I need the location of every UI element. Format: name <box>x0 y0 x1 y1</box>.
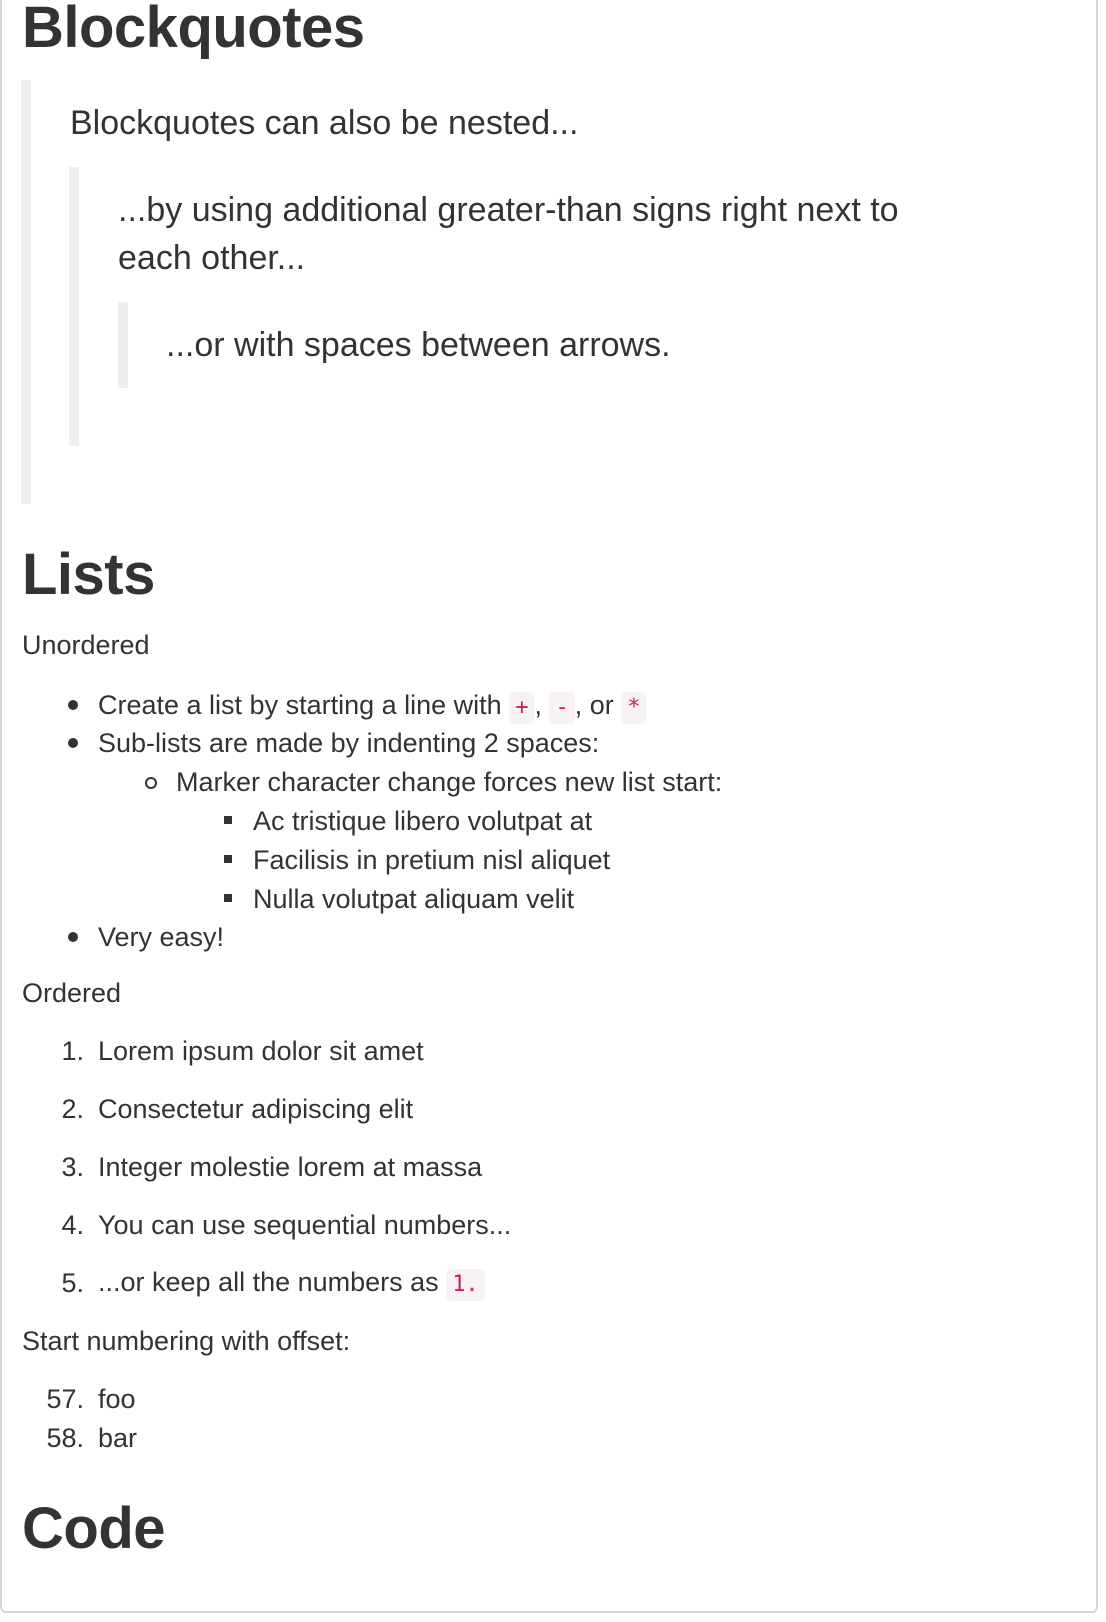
bullet-disc <box>68 932 78 942</box>
heading-lists: Lists <box>22 542 155 607</box>
list-item: Integer molestie lorem at massa <box>98 1152 483 1182</box>
inline-code-one: 1. <box>446 1269 485 1301</box>
list-item-text: ...or keep all the numbers as <box>98 1267 447 1297</box>
offset-label: Start numbering with offset: <box>22 1326 351 1356</box>
list-item-separator: , <box>534 690 550 720</box>
list-number: 57. <box>46 1384 84 1414</box>
heading-code: Code <box>22 1496 166 1561</box>
blockquote-level1-text: Blockquotes can also be nested... <box>70 104 579 142</box>
bullet-square <box>224 855 232 863</box>
bullet-disc <box>68 700 78 710</box>
list-item-sub: Marker character change forces new list … <box>176 767 723 797</box>
list-number: 4. <box>61 1210 84 1240</box>
list-item: Create a list by starting a line with +,… <box>98 688 647 724</box>
inline-code-asterisk: * <box>621 692 647 724</box>
list-item: ...or keep all the numbers as 1. <box>98 1264 485 1301</box>
bullet-circle <box>145 777 157 789</box>
blockquote-bar-level3 <box>118 302 128 388</box>
blockquote-bar-level2 <box>69 167 79 446</box>
list-item-subsub: Ac tristique libero volutpat at <box>253 806 593 836</box>
list-number: 3. <box>61 1152 84 1182</box>
list-number: 5. <box>61 1268 84 1298</box>
heading-blockquotes: Blockquotes <box>22 0 365 60</box>
list-item: You can use sequential numbers... <box>98 1210 512 1240</box>
list-number: 2. <box>61 1094 84 1124</box>
bullet-square <box>224 816 232 824</box>
list-number: 1. <box>61 1036 84 1066</box>
bullet-square <box>224 894 232 902</box>
blockquote-level2-text-line2: each other... <box>118 239 306 277</box>
inline-code-minus: - <box>549 692 575 724</box>
list-item-subsub: Nulla volutpat aliquam velit <box>253 884 575 914</box>
unordered-label: Unordered <box>22 630 150 660</box>
list-item-separator: , or <box>574 690 622 720</box>
list-item: foo <box>98 1384 136 1414</box>
list-item: Sub-lists are made by indenting 2 spaces… <box>98 728 600 758</box>
blockquote-level3-text: ...or with spaces between arrows. <box>166 326 671 364</box>
list-item-text: Create a list by starting a line with <box>98 690 510 720</box>
list-number: 58. <box>46 1423 84 1453</box>
bullet-disc <box>68 738 78 748</box>
list-item: Very easy! <box>98 922 225 952</box>
list-item: Consectetur adipiscing elit <box>98 1094 414 1124</box>
blockquote-bar-level1 <box>21 80 31 504</box>
ordered-label: Ordered <box>22 978 122 1008</box>
list-item-subsub: Facilisis in pretium nisl aliquet <box>253 845 611 875</box>
blockquote-level2-text-line1: ...by using additional greater-than sign… <box>118 191 899 229</box>
inline-code-plus: + <box>509 692 535 724</box>
list-item: bar <box>98 1423 138 1453</box>
list-item: Lorem ipsum dolor sit amet <box>98 1036 424 1066</box>
